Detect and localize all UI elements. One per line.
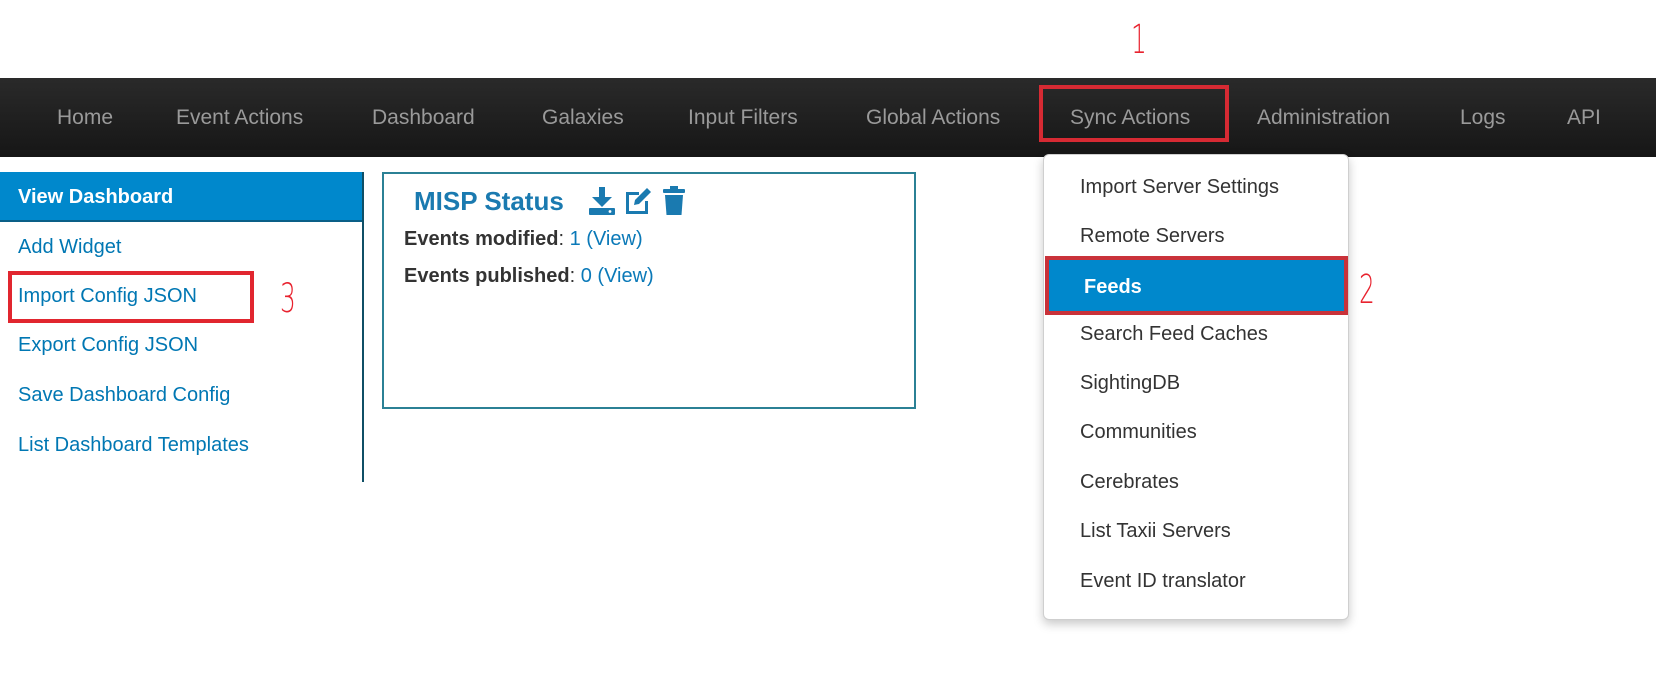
dropdown-item-import-server-settings[interactable]: Import Server Settings <box>1044 163 1350 211</box>
misp-status-widget: MISP Status Events modified: 1 (View) Ev… <box>382 172 916 409</box>
nav-item-administration[interactable]: Administration <box>1257 78 1390 157</box>
events-modified-line: Events modified: 1 (View) <box>404 228 643 251</box>
events-modified-label: Events modified <box>404 228 559 250</box>
nav-item-galaxies[interactable]: Galaxies <box>542 78 624 157</box>
events-modified-view-link[interactable]: (View) <box>586 228 642 250</box>
events-published-view-link[interactable]: (View) <box>597 265 653 287</box>
widget-toolbar <box>587 185 689 217</box>
nav-item-global-actions[interactable]: Global Actions <box>866 78 1000 157</box>
nav-item-input-filters[interactable]: Input Filters <box>688 78 798 157</box>
widget-title: MISP Status <box>414 186 564 216</box>
sidebar-menu: View Dashboard Add Widget Import Config … <box>0 172 364 482</box>
import-config-highlight-box <box>8 271 254 323</box>
sidebar-item-list-dashboard-templates[interactable]: List Dashboard Templates <box>0 420 362 470</box>
dropdown-item-list-taxii-servers[interactable]: List Taxii Servers <box>1044 507 1350 555</box>
nav-item-home[interactable]: Home <box>57 78 113 157</box>
sidebar-item-add-widget[interactable]: Add Widget <box>0 222 362 272</box>
events-published-label: Events published <box>404 265 570 287</box>
events-modified-count[interactable]: 1 <box>570 228 581 250</box>
sidebar-item-view-dashboard[interactable]: View Dashboard <box>0 172 362 222</box>
nav-item-api[interactable]: API <box>1567 78 1601 157</box>
events-published-separator: : <box>569 265 581 287</box>
annotation-number-1: 1 <box>1131 17 1147 63</box>
edit-icon[interactable] <box>623 185 653 217</box>
dropdown-item-sightingdb[interactable]: SightingDB <box>1044 359 1350 407</box>
sidebar-item-export-config-json[interactable]: Export Config JSON <box>0 320 362 370</box>
top-navbar: Home Event Actions Dashboard Galaxies In… <box>0 78 1656 157</box>
dropdown-item-remote-servers[interactable]: Remote Servers <box>1044 212 1350 260</box>
sidebar-item-save-dashboard-config[interactable]: Save Dashboard Config <box>0 370 362 420</box>
events-modified-separator: : <box>558 228 570 250</box>
dropdown-item-feeds[interactable]: Feeds <box>1045 256 1348 315</box>
dropdown-item-event-id-translator[interactable]: Event ID translator <box>1044 557 1350 605</box>
nav-item-dashboard[interactable]: Dashboard <box>372 78 475 157</box>
events-published-line: Events published: 0 (View) <box>404 265 654 288</box>
annotation-number-2: 2 <box>1359 267 1375 313</box>
dropdown-item-search-feed-caches[interactable]: Search Feed Caches <box>1044 310 1350 358</box>
nav-item-event-actions[interactable]: Event Actions <box>176 78 303 157</box>
download-icon[interactable] <box>587 185 617 217</box>
dropdown-item-cerebrates[interactable]: Cerebrates <box>1044 458 1350 506</box>
dropdown-item-communities[interactable]: Communities <box>1044 408 1350 456</box>
sync-actions-dropdown: Import Server Settings Remote Servers Fe… <box>1043 154 1349 620</box>
trash-icon[interactable] <box>659 185 689 217</box>
events-published-count[interactable]: 0 <box>581 265 592 287</box>
nav-item-logs[interactable]: Logs <box>1460 78 1506 157</box>
sync-actions-highlight-box <box>1039 85 1229 142</box>
